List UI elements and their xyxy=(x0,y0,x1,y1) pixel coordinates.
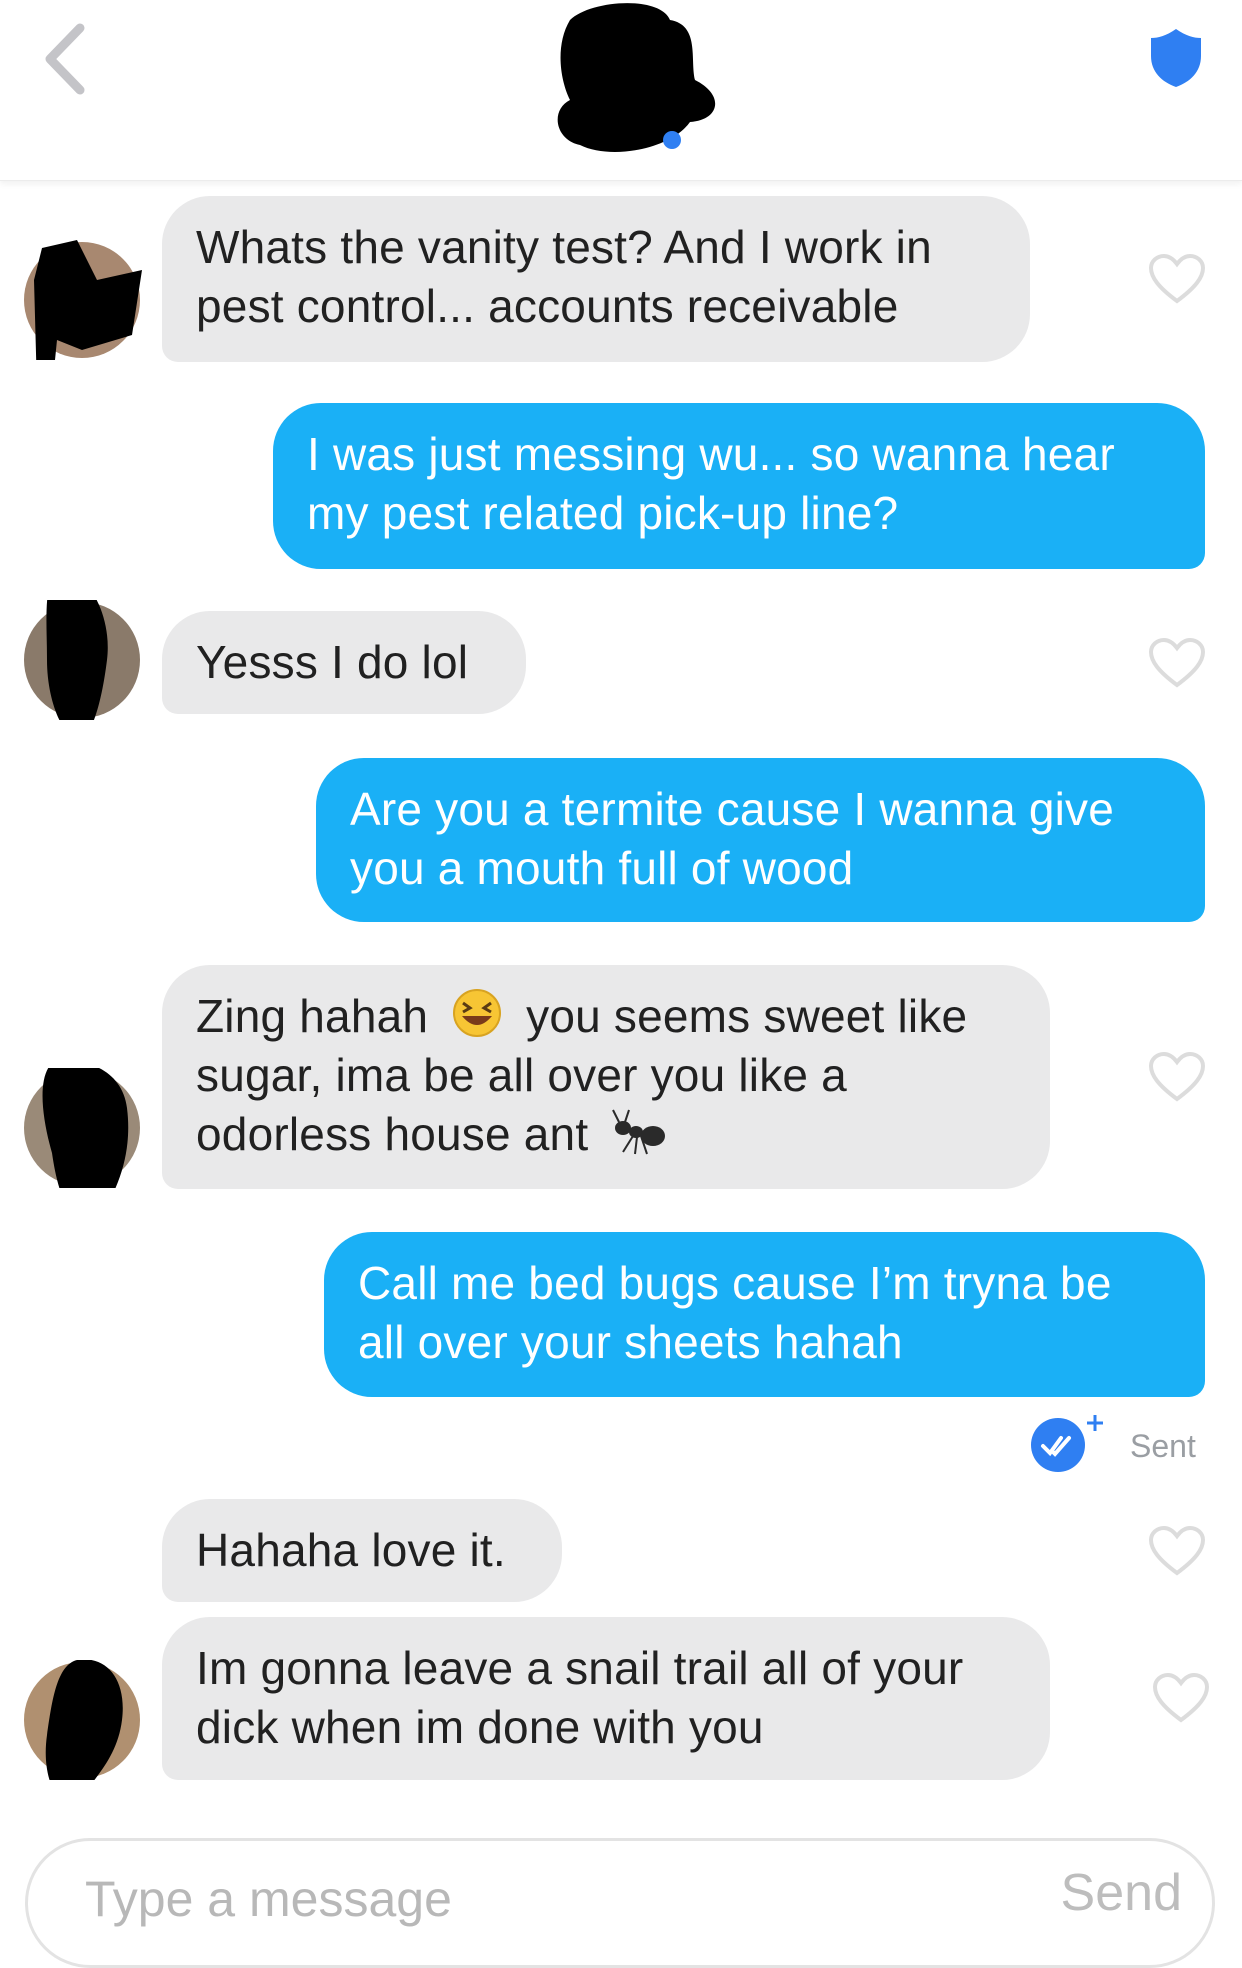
message-text: Zing hahah xyxy=(196,990,429,1042)
heart-icon[interactable] xyxy=(1148,253,1206,305)
incoming-message: Whats the vanity test? And I work in pes… xyxy=(162,196,1030,362)
avatar[interactable] xyxy=(22,1068,142,1188)
incoming-message: Hahaha love it. xyxy=(162,1499,562,1602)
outgoing-message: I was just messing wu... so wanna hear m… xyxy=(273,403,1205,569)
read-receipt: Sent xyxy=(1025,1413,1225,1477)
heart-icon[interactable] xyxy=(1148,1525,1206,1577)
send-button[interactable]: Send xyxy=(1061,1863,1182,1923)
incoming-message: Yesss I do lol xyxy=(162,611,526,714)
message-text: Im gonna leave a snail trail all of your… xyxy=(196,1642,964,1753)
message-text: Hahaha love it. xyxy=(196,1524,506,1576)
avatar[interactable] xyxy=(22,240,142,360)
avatar[interactable] xyxy=(22,600,142,720)
outgoing-message: Call me bed bugs cause I’m tryna be all … xyxy=(324,1232,1205,1397)
message-text: Call me bed bugs cause I’m tryna be all … xyxy=(358,1257,1112,1368)
heart-icon[interactable] xyxy=(1148,637,1206,689)
double-check-icon xyxy=(1031,1415,1103,1472)
outgoing-message: Are you a termite cause I wanna give you… xyxy=(316,758,1205,922)
chevron-left-icon[interactable] xyxy=(40,22,90,96)
message-text: Whats the vanity test? And I work in pes… xyxy=(196,221,932,332)
incoming-message: Zing hahah you seems sweet like sugar, i… xyxy=(162,965,1050,1189)
chat-header xyxy=(0,0,1242,181)
message-text: Are you a termite cause I wanna give you… xyxy=(350,783,1115,894)
laughing-face-emoji xyxy=(453,989,502,1037)
message-text: I was just messing wu... so wanna hear m… xyxy=(307,428,1115,539)
incoming-message: Im gonna leave a snail trail all of your… xyxy=(162,1617,1050,1780)
message-input[interactable] xyxy=(83,1865,987,1933)
message-composer: Send xyxy=(25,1838,1215,1968)
message-text: Yesss I do lol xyxy=(196,636,469,688)
shield-icon[interactable] xyxy=(1148,26,1204,90)
heart-icon[interactable] xyxy=(1148,1051,1206,1103)
match-avatar[interactable] xyxy=(550,0,720,160)
heart-icon[interactable] xyxy=(1152,1672,1210,1724)
avatar[interactable] xyxy=(22,1660,142,1780)
sent-status: Sent xyxy=(1130,1428,1196,1464)
ant-emoji xyxy=(612,1109,666,1155)
